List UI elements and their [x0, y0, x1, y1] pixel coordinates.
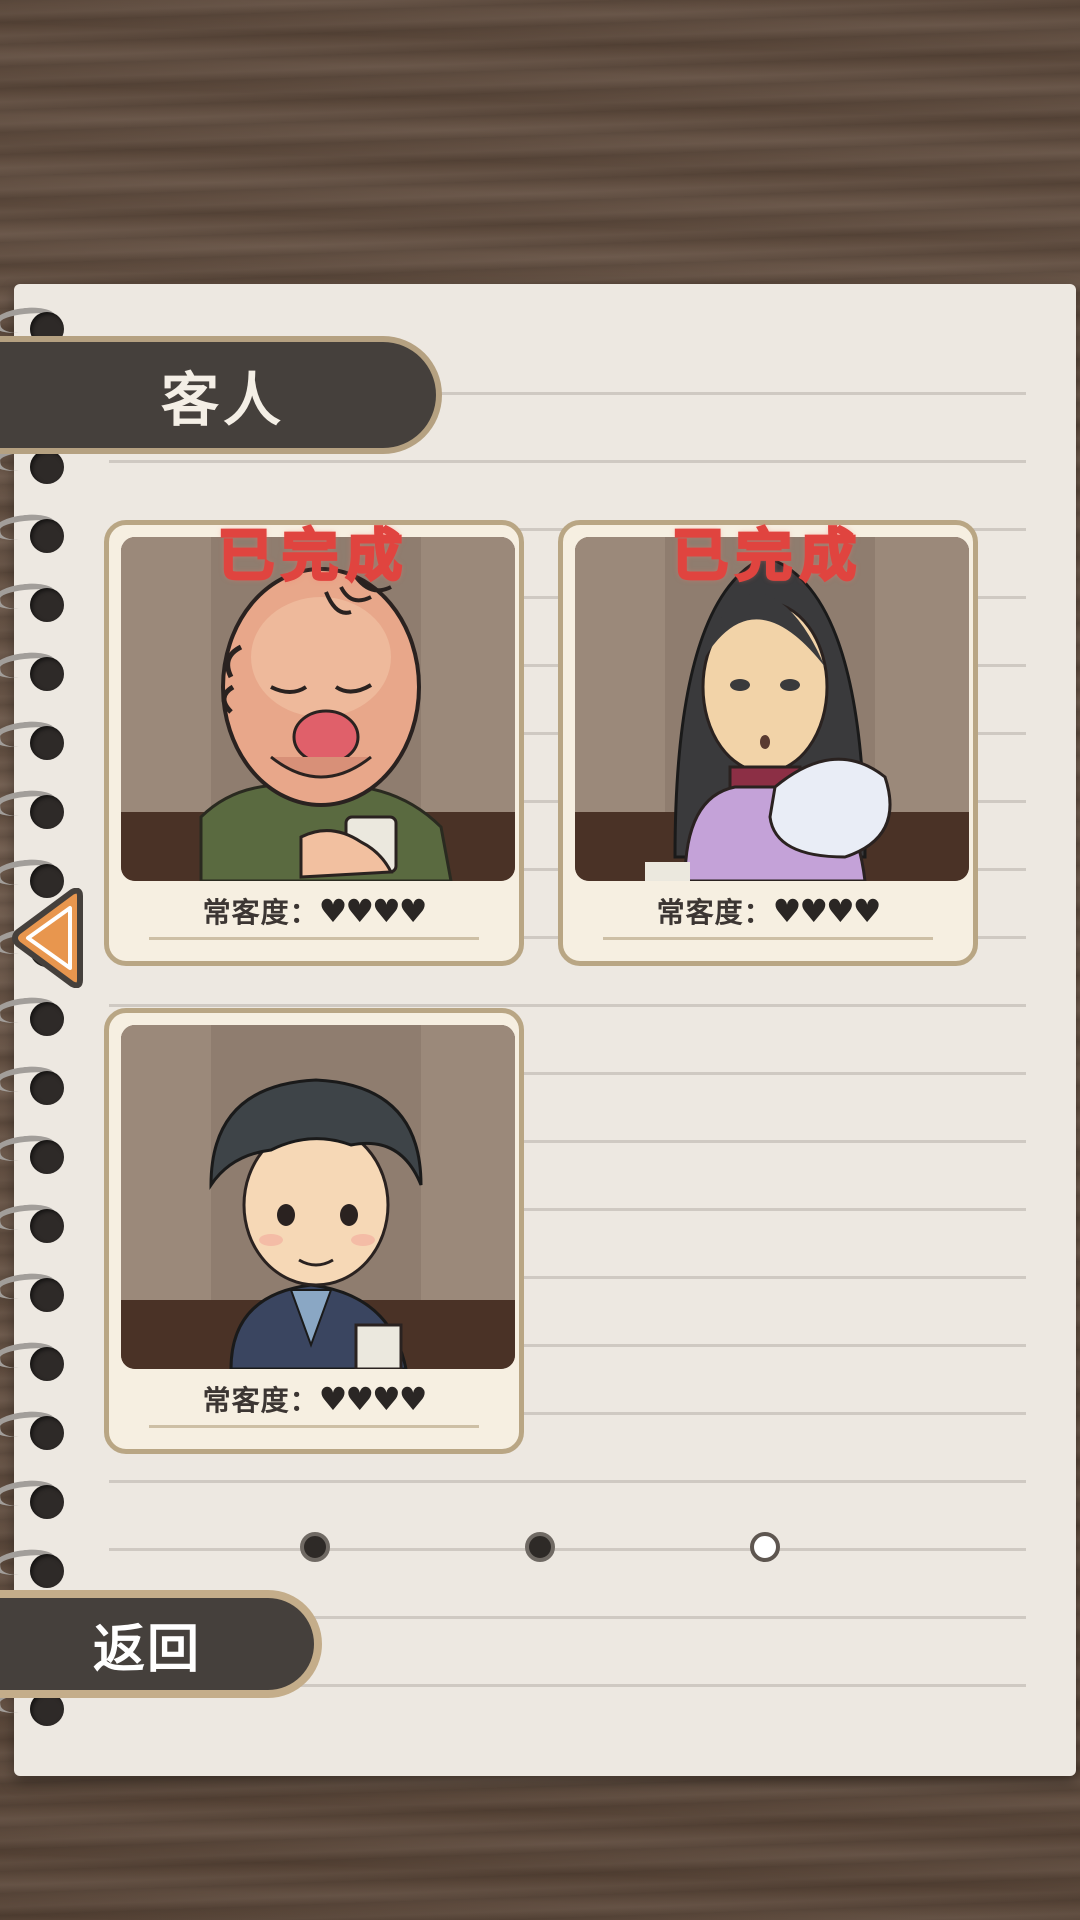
- page-dot[interactable]: [525, 1532, 555, 1562]
- back-button[interactable]: 返回: [0, 1590, 322, 1698]
- guest-card[interactable]: 已完成 常客度：♥♥♥♥: [558, 520, 978, 966]
- ruled-line: [109, 1480, 1026, 1483]
- spiral-ring: [0, 1063, 70, 1109]
- regular-level-label: 常客度：♥♥♥♥: [563, 891, 973, 931]
- spiral-ring: [0, 1339, 70, 1385]
- heart-icon: ♥♥♥♥: [772, 892, 882, 930]
- regular-level-label: 常客度：♥♥♥♥: [109, 891, 519, 931]
- completed-stamp: 已完成: [217, 523, 410, 591]
- spiral-ring: [0, 580, 70, 626]
- card-underline: [603, 937, 933, 940]
- spiral-ring: [0, 649, 70, 695]
- regular-level-text: 常客度：: [656, 896, 773, 929]
- page-dot[interactable]: [300, 1532, 330, 1562]
- spiral-ring: [0, 1270, 70, 1316]
- ruled-line: [109, 1004, 1026, 1007]
- ruled-line: [109, 1548, 1026, 1551]
- spiral-ring: [0, 718, 70, 764]
- spiral-ring: [0, 994, 70, 1040]
- spiral-ring: [0, 1408, 70, 1454]
- heart-icon: ♥♥♥♥: [318, 1380, 428, 1418]
- spiral-ring: [0, 1132, 70, 1178]
- arrow-left-icon: [12, 887, 83, 989]
- guests-tab-header: 客人: [0, 336, 442, 454]
- spiral-ring: [0, 1477, 70, 1523]
- page-title: 客人: [160, 366, 285, 434]
- spiral-ring: [0, 1546, 70, 1592]
- regular-level-label: 常客度：♥♥♥♥: [109, 1379, 519, 1419]
- page-dot[interactable]: [750, 1532, 780, 1562]
- regular-level-text: 常客度：: [202, 896, 319, 929]
- back-button-label: 返回: [92, 1619, 201, 1680]
- spiral-ring: [0, 1201, 70, 1247]
- regular-level-text: 常客度：: [202, 1384, 319, 1417]
- spiral-ring: [0, 787, 70, 833]
- card-underline: [149, 1425, 479, 1428]
- guest-card[interactable]: 已完成 常客度：♥♥♥♥: [104, 520, 524, 966]
- completed-stamp: 已完成: [671, 523, 864, 591]
- guest-portrait: [121, 1025, 515, 1369]
- heart-icon: ♥♥♥♥: [318, 892, 428, 930]
- guest-card[interactable]: 常客度：♥♥♥♥: [104, 1008, 524, 1454]
- card-underline: [149, 937, 479, 940]
- spiral-ring: [0, 511, 70, 557]
- previous-page-arrow[interactable]: [10, 887, 90, 989]
- ruled-line: [109, 460, 1026, 463]
